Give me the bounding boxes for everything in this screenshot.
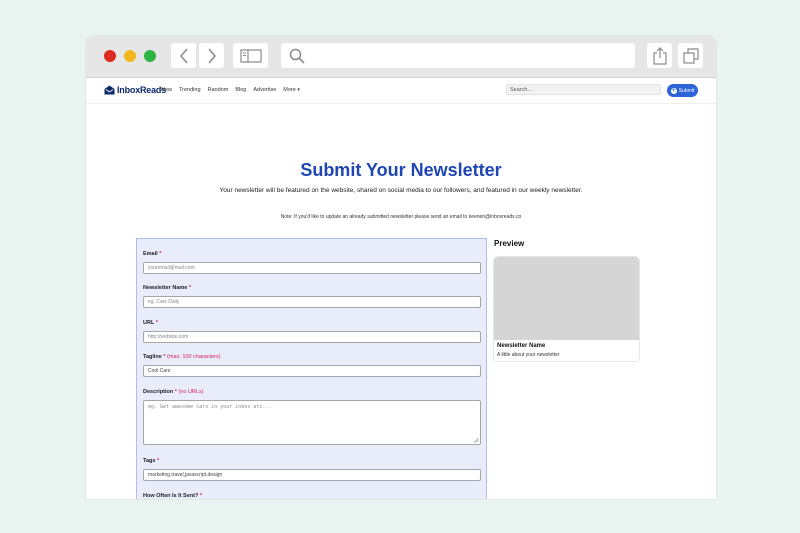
share-button[interactable] — [647, 43, 672, 68]
back-arrow-icon — [179, 48, 188, 63]
plus-circle-icon: + — [670, 87, 677, 94]
browser-toolbar — [86, 36, 716, 78]
forward-arrow-icon — [207, 48, 216, 63]
nav-links: New Trending Random Blog Advertise More … — [161, 87, 300, 93]
tagline-field[interactable]: Cool Cars — [143, 365, 481, 377]
submit-form: Email * youremail@mail.com Newsletter Na… — [136, 238, 487, 499]
minimize-window-button[interactable] — [124, 50, 136, 62]
preview-newsletter-name: Newsletter Name — [497, 343, 546, 349]
forward-button[interactable] — [199, 43, 224, 68]
newsletter-name-label: Newsletter Name * — [143, 285, 191, 291]
url-field[interactable]: http://website.com — [143, 331, 481, 343]
newsletter-name-field[interactable]: eg. Cars Daily — [143, 296, 481, 308]
close-window-button[interactable] — [104, 50, 116, 62]
nav-submit-button[interactable]: + Submit — [667, 84, 698, 97]
sidebar-icon — [239, 48, 262, 63]
back-button[interactable] — [171, 43, 196, 68]
description-placeholder: eg. Get awesome cars in your inbox etc..… — [148, 404, 272, 410]
resize-handle-icon[interactable] — [473, 437, 479, 443]
site-search-input[interactable]: Search... — [506, 84, 661, 95]
page-title: Submit Your Newsletter — [300, 160, 502, 180]
brand-logo[interactable]: InboxReads — [104, 85, 166, 95]
nav-link-more[interactable]: More ▾ — [283, 87, 300, 93]
envelope-icon — [104, 85, 115, 95]
preview-heading: Preview — [494, 239, 525, 248]
nav-link-trending[interactable]: Trending — [179, 87, 201, 93]
update-note: Note: If you'd like to update an already… — [280, 214, 522, 220]
description-textarea[interactable]: eg. Get awesome cars in your inbox etc..… — [143, 400, 481, 445]
address-bar[interactable] — [281, 43, 635, 68]
browser-window: InboxReads New Trending Random Blog Adve… — [86, 36, 716, 499]
tabs-icon — [682, 47, 699, 64]
nav-link-blog[interactable]: Blog — [235, 87, 246, 93]
preview-newsletter-description: A little about your newsletter — [497, 352, 560, 358]
share-icon — [652, 46, 667, 65]
nav-link-more-label: More — [283, 87, 296, 93]
url-label: URL * — [143, 320, 158, 326]
description-label: Description * (no URLs) — [143, 389, 204, 395]
sidebar-toggle-button[interactable] — [233, 43, 268, 68]
email-field[interactable]: youremail@mail.com — [143, 262, 481, 274]
page-subtitle: Your newsletter will be featured on the … — [219, 187, 583, 194]
tagline-label: Tagline * (max: 100 characters) — [143, 354, 221, 360]
nav-submit-label: Submit — [678, 87, 695, 94]
search-icon — [289, 48, 305, 64]
site-nav: InboxReads New Trending Random Blog Adve… — [86, 79, 716, 104]
tags-label: Tags * — [143, 458, 160, 464]
nav-link-random[interactable]: Random — [208, 87, 229, 93]
nav-link-new[interactable]: New — [161, 87, 172, 93]
preview-card: Newsletter Name A little about your news… — [494, 257, 639, 361]
maximize-window-button[interactable] — [144, 50, 156, 62]
tags-field[interactable]: marketing,travel,javascript,design — [143, 469, 481, 481]
tabs-button[interactable] — [678, 43, 703, 68]
email-label: Email * — [143, 251, 162, 257]
preview-image-placeholder — [494, 257, 639, 340]
brand-name: InboxReads — [117, 85, 167, 95]
caret-down-icon: ▾ — [297, 87, 300, 93]
frequency-label: How Often Is It Sent? * — [143, 493, 202, 499]
nav-link-advertise[interactable]: Advertise — [253, 87, 276, 93]
